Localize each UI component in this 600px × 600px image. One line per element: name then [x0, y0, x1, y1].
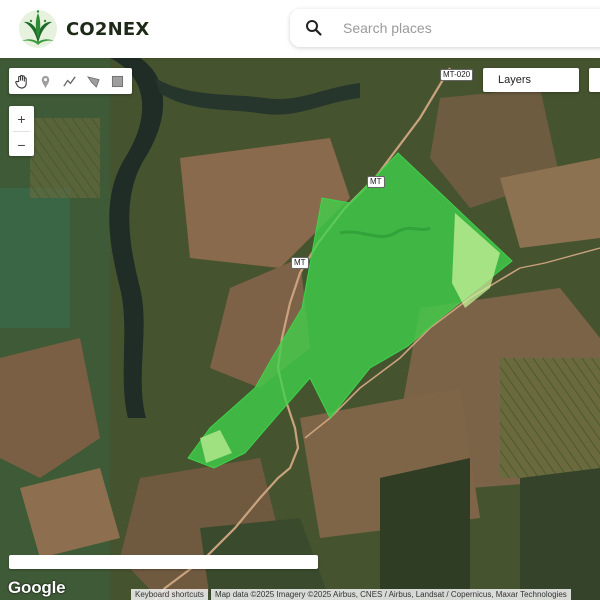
map-control-button[interactable]: [589, 68, 600, 92]
top-bar: CO2NEX: [0, 0, 600, 58]
zoom-out-button[interactable]: −: [9, 132, 34, 157]
drawing-toolbar: [9, 68, 132, 94]
google-logo: Google: [8, 578, 66, 597]
layers-button[interactable]: Layers: [483, 68, 579, 92]
map-canvas[interactable]: MT-020 MT MT: [0, 58, 600, 600]
road-label-mt-upper: MT: [367, 176, 385, 188]
keyboard-shortcuts-link[interactable]: Keyboard shortcuts: [131, 589, 208, 600]
leaf-logo-icon: [19, 10, 57, 48]
map-data-attribution: Map data ©2025 Imagery ©2025 Airbus, CNE…: [210, 589, 571, 600]
app-root: CO2NEX Search places MT-020 MT MT + − La…: [0, 0, 600, 600]
brand-name: CO2NEX: [66, 18, 150, 40]
bottom-info-bar[interactable]: [9, 555, 318, 569]
marker-icon[interactable]: [33, 68, 57, 94]
brand[interactable]: CO2NEX: [16, 8, 149, 50]
road-label-mt-lower: MT: [291, 257, 309, 269]
attribution-bar: Keyboard shortcuts Map data ©2025 Imager…: [131, 589, 600, 600]
hand-icon[interactable]: [9, 68, 33, 94]
rectangle-icon[interactable]: [105, 68, 129, 94]
zoom-in-button[interactable]: +: [9, 106, 34, 131]
zoom-control: + −: [9, 106, 34, 156]
polygon-icon[interactable]: [81, 68, 105, 94]
polyline-icon[interactable]: [57, 68, 81, 94]
search-input[interactable]: [341, 19, 585, 37]
search-box[interactable]: [290, 9, 600, 47]
road-label-mt020: MT-020: [440, 69, 474, 81]
search-icon[interactable]: [305, 19, 323, 37]
satellite-imagery: [0, 58, 600, 600]
